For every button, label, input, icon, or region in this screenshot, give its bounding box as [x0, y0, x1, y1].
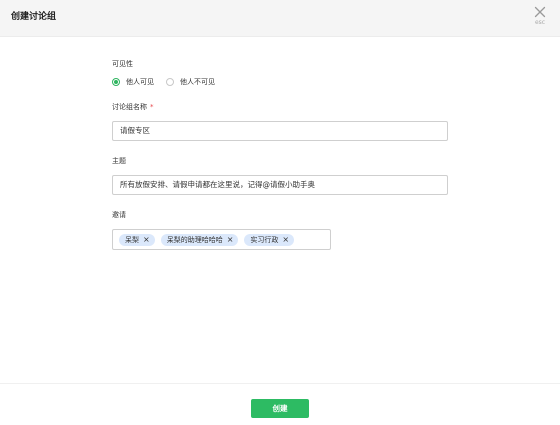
radio-invisible-label[interactable]: 他人不可见 [180, 78, 215, 87]
dialog-header: 创建讨论组 esc [0, 0, 560, 37]
group-name-label-row: 讨论组名称 * [112, 103, 154, 112]
radio-invisible-circle[interactable] [166, 78, 174, 86]
esc-hint: esc [534, 19, 546, 26]
dialog-title: 创建讨论组 [11, 12, 57, 22]
invite-input[interactable]: 呆梨 × 呆梨的助理哈哈哈 × 实习行政 × [112, 229, 331, 250]
close-icon[interactable] [534, 6, 546, 18]
radio-visible-circle[interactable] [112, 78, 120, 86]
radio-visible[interactable]: 他人可见 [112, 78, 154, 87]
dialog-footer: 创建 [0, 383, 560, 425]
invite-tag: 实习行政 × [244, 233, 295, 246]
invite-tag-label: 呆梨的助理哈哈哈 [166, 235, 223, 244]
close-button[interactable]: esc [532, 6, 548, 32]
visibility-radio-group: 他人可见 他人不可见 [112, 77, 227, 87]
invite-tag-label: 呆梨 [125, 235, 139, 244]
tag-remove-icon[interactable]: × [143, 234, 150, 246]
group-name-input[interactable]: 请假专区 [112, 121, 448, 141]
visibility-label: 可见性 [112, 60, 133, 68]
radio-invisible[interactable]: 他人不可见 [166, 78, 215, 87]
topic-label: 主题 [112, 157, 126, 165]
tag-remove-icon[interactable]: × [282, 234, 289, 246]
create-button[interactable]: 创建 [251, 399, 309, 418]
invite-tag: 呆梨的助理哈哈哈 × [160, 233, 239, 246]
radio-visible-label[interactable]: 他人可见 [126, 78, 154, 87]
invite-label: 邀请 [112, 211, 126, 219]
invite-tag-label: 实习行政 [250, 235, 279, 244]
tag-remove-icon[interactable]: × [227, 234, 234, 246]
invite-tag: 呆梨 × [119, 233, 155, 246]
required-mark: * [150, 103, 154, 111]
topic-input[interactable]: 所有放假安排、请假申请都在这里说，记得@请假小助手奥 [112, 175, 448, 195]
group-name-label: 讨论组名称 [112, 103, 147, 111]
